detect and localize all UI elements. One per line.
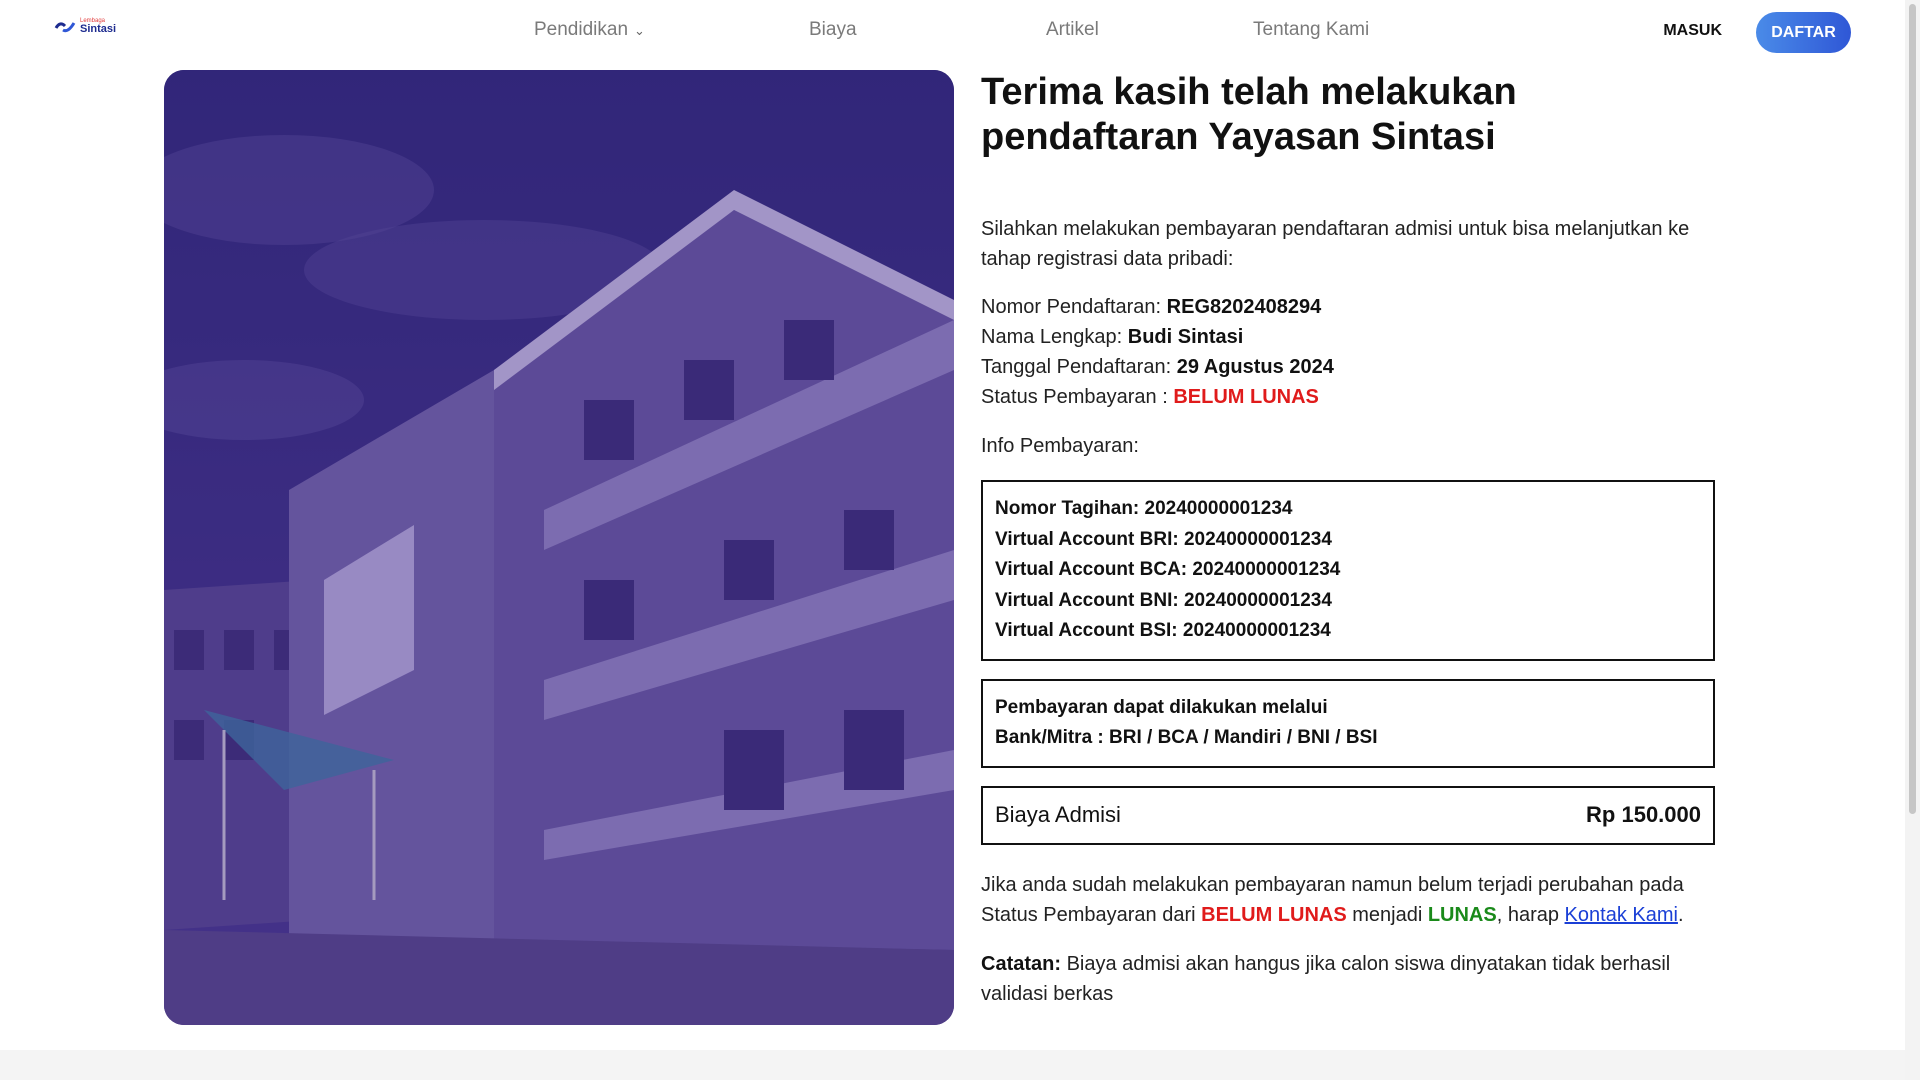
virtual-account-box: Nomor Tagihan: 20240000001234 Virtual Ac… (981, 480, 1715, 661)
catatan-label: Catatan: (981, 952, 1062, 975)
status-paid-text: LUNAS (1427, 903, 1497, 926)
site-header: Lembaga Sintasi Pendidikan ⌄ Biaya Artike… (0, 0, 1905, 64)
status-unpaid-text: BELUM LUNAS (1201, 903, 1347, 926)
registration-date-row: Tanggal Pendaftaran: 29 Agustus 2024 (981, 352, 1721, 382)
invoice-number: Nomor Tagihan: 20240000001234 (995, 498, 1293, 519)
va-bri: Virtual Account BRI: 20240000001234 (995, 528, 1332, 550)
registration-number-row: Nomor Pendaftaran: REG8202408294 (981, 292, 1721, 322)
scrollbar-thumb[interactable] (1909, 4, 1916, 814)
nav-item-artikel[interactable]: Artikel (1046, 19, 1099, 41)
nav-label: Biaya (809, 19, 857, 40)
va-bca: Virtual Account BCA: 20240000001234 (995, 559, 1341, 580)
admission-fee-amount: Rp 150.000 (1586, 802, 1701, 827)
admission-fee-label: Biaya Admisi (995, 802, 1121, 827)
catatan-note: Catatan: Biaya admisi akan hangus jika c… (981, 949, 1721, 1009)
note-text: menjadi (1346, 903, 1428, 926)
full-name-value: Budi Sintasi (1127, 326, 1244, 348)
payment-info-heading: Info Pembayaran: (981, 435, 1139, 457)
nav-label: Tentang Kami (1253, 19, 1370, 40)
confirmation-panel: Terima kasih telah melakukan pendaftaran… (981, 70, 1721, 1009)
school-building-photo (164, 70, 954, 1025)
registration-number-label: Nomor Pendaftaran: (981, 296, 1167, 318)
nav-label: Artikel (1046, 19, 1099, 40)
full-name-label: Nama Lengkap: (981, 326, 1128, 348)
contact-us-link[interactable]: Kontak Kami (1565, 904, 1678, 926)
payment-status-row: Status Pembayaran : BELUM LUNAS (981, 382, 1721, 412)
payment-note: Jika anda sudah melakukan pembayaran nam… (981, 870, 1721, 930)
page-title: Terima kasih telah melakukan pendaftaran… (981, 71, 1517, 158)
payment-status-badge: BELUM LUNAS (1173, 386, 1319, 408)
register-button[interactable]: DAFTAR (1756, 12, 1851, 53)
registration-date-label: Tanggal Pendaftaran: (981, 356, 1177, 378)
payment-status-label: Status Pembayaran : (981, 386, 1174, 408)
nav-item-tentang-kami[interactable]: Tentang Kami (1253, 19, 1369, 41)
registration-number-value: REG8202408294 (1166, 296, 1322, 318)
admission-fee-box: Biaya Admisi Rp 150.000 (981, 785, 1715, 845)
note-text: , harap (1496, 903, 1565, 926)
va-bsi: Virtual Account BSI: 20240000001234 (995, 620, 1331, 641)
payment-channels-title: Pembayaran dapat dilakukan melalui (995, 696, 1328, 718)
logo-mark-icon (54, 21, 76, 32)
note-text: . (1677, 903, 1684, 926)
payment-channels-list: Bank/Mitra : BRI / BCA / Mandiri / BNI /… (995, 727, 1378, 748)
payment-channels-box: Pembayaran dapat dilakukan melalui Bank/… (981, 678, 1715, 768)
catatan-text: Biaya admisi akan hangus jika calon sisw… (981, 952, 1671, 1005)
footer-area (0, 1050, 1905, 1080)
chevron-down-icon: ⌄ (634, 23, 645, 38)
va-bni: Virtual Account BNI: 20240000001234 (995, 589, 1332, 611)
nav-label: Pendidikan (534, 19, 629, 40)
login-link[interactable]: MASUK (1663, 22, 1722, 40)
registration-details: Nomor Pendaftaran: REG8202408294 Nama Le… (981, 292, 1721, 412)
nav-item-pendidikan[interactable]: Pendidikan ⌄ (534, 19, 645, 41)
full-name-row: Nama Lengkap: Budi Sintasi (981, 322, 1721, 352)
logo-name: Sintasi (80, 23, 117, 35)
brand-logo[interactable]: Lembaga Sintasi (54, 18, 116, 35)
intro-text: Silahkan melakukan pembayaran pendaftara… (981, 218, 1690, 270)
registration-date-value: 29 Agustus 2024 (1176, 356, 1334, 378)
nav-item-biaya[interactable]: Biaya (809, 19, 857, 41)
